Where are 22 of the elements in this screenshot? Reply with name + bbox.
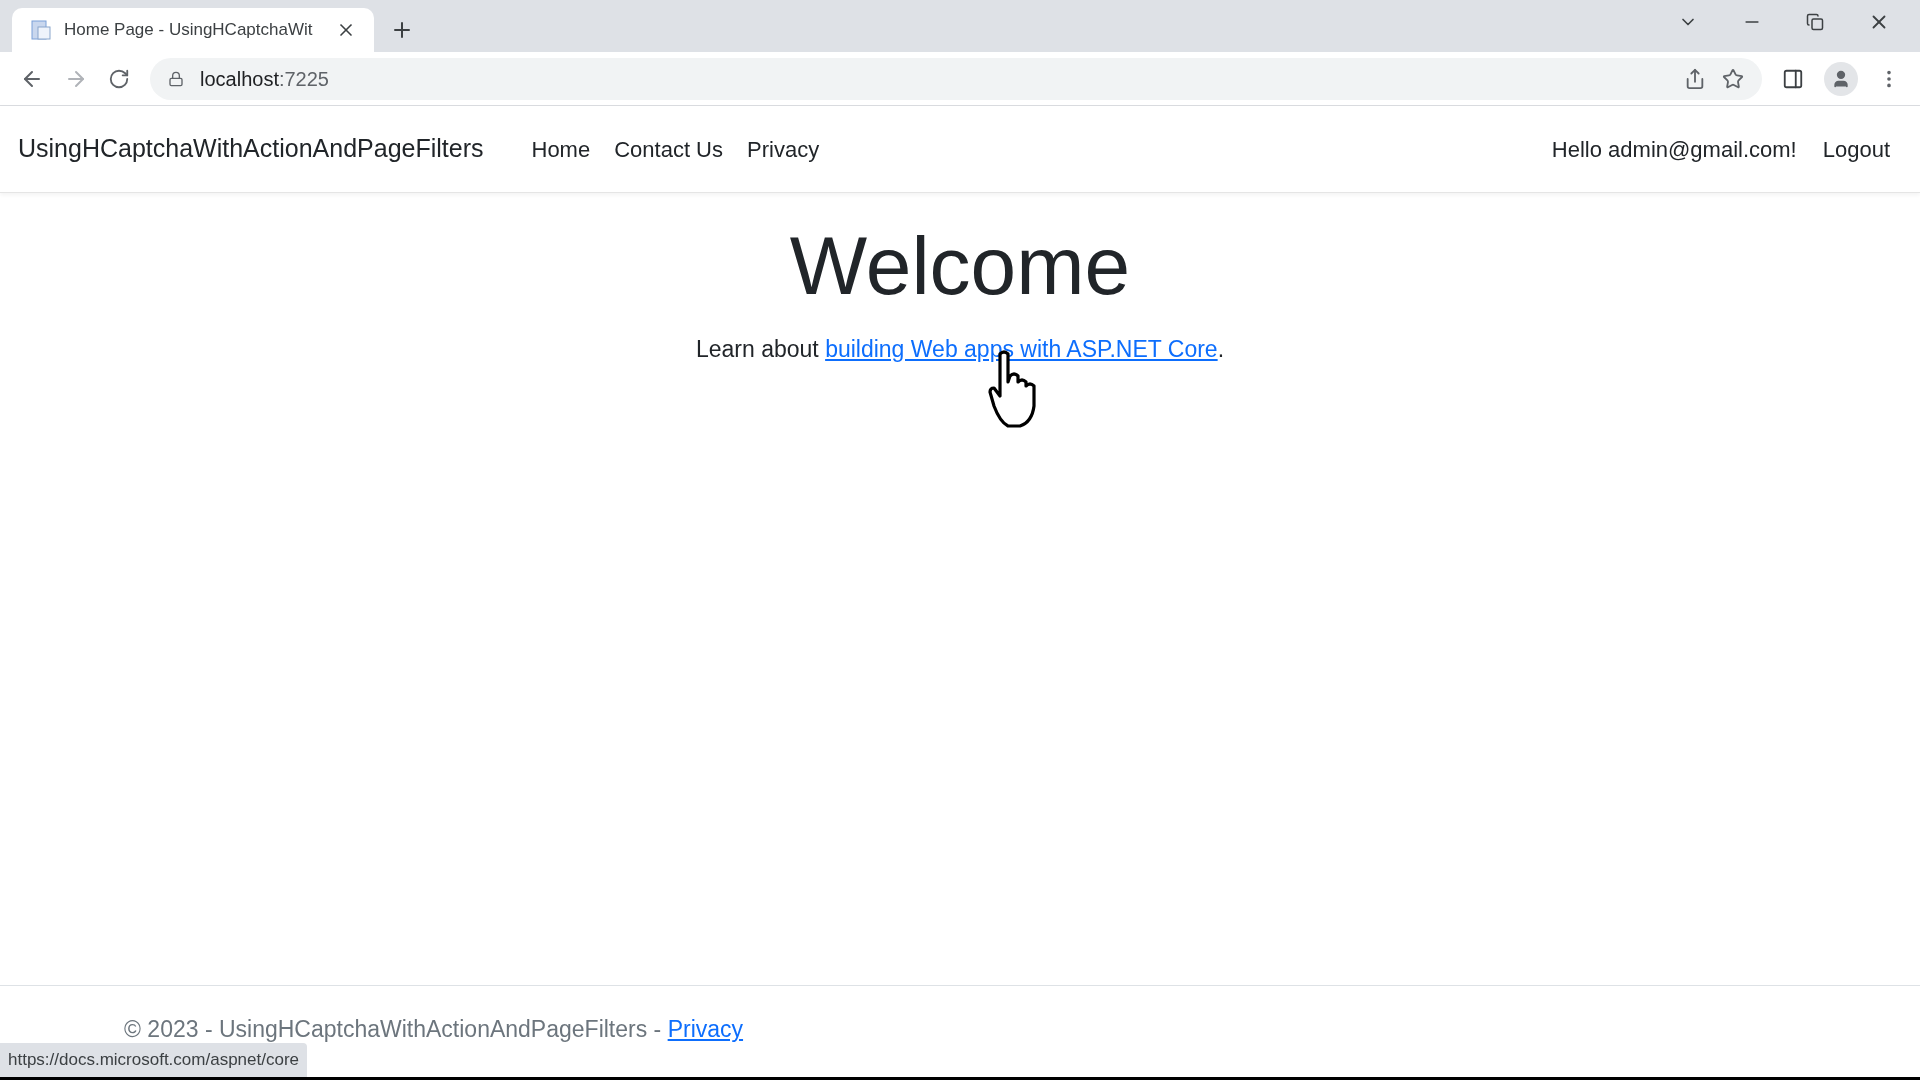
- lock-icon: [168, 70, 184, 87]
- reload-icon[interactable]: [108, 67, 130, 90]
- footer-privacy-link[interactable]: Privacy: [667, 1016, 744, 1042]
- status-bubble: https://docs.microsoft.com/aspnet/core: [0, 1043, 307, 1077]
- restore-icon[interactable]: [1806, 13, 1824, 31]
- profile-icon[interactable]: [1824, 61, 1858, 96]
- welcome-heading: Welcome: [789, 219, 1131, 313]
- address-bar[interactable]: localhost:7225: [150, 57, 1762, 100]
- bookmark-star-icon[interactable]: [1722, 67, 1744, 90]
- logout-link[interactable]: Logout: [1822, 132, 1890, 166]
- greeting-text: Hello admin@gmail.com!: [1551, 135, 1797, 164]
- brand-link[interactable]: UsingHCaptchaWithActionAndPageFilters: [18, 130, 484, 168]
- side-panel-icon[interactable]: [1782, 67, 1804, 90]
- nav-link[interactable]: Contact Us: [602, 132, 735, 166]
- document-icon: [30, 19, 52, 41]
- share-icon[interactable]: [1684, 67, 1706, 90]
- nav-link[interactable]: Home: [519, 132, 603, 166]
- tab-title: Home Page - UsingHCaptchaWit: [64, 19, 314, 42]
- nav-link[interactable]: Privacy: [735, 132, 832, 166]
- footer-text: © 2023 - UsingHCaptchaWithActionAndPageFilters - Privacy: [124, 1015, 745, 1044]
- url-text: localhost:7225: [200, 66, 329, 92]
- browser-tab[interactable]: Home Page - UsingHCaptchaWit: [12, 8, 374, 52]
